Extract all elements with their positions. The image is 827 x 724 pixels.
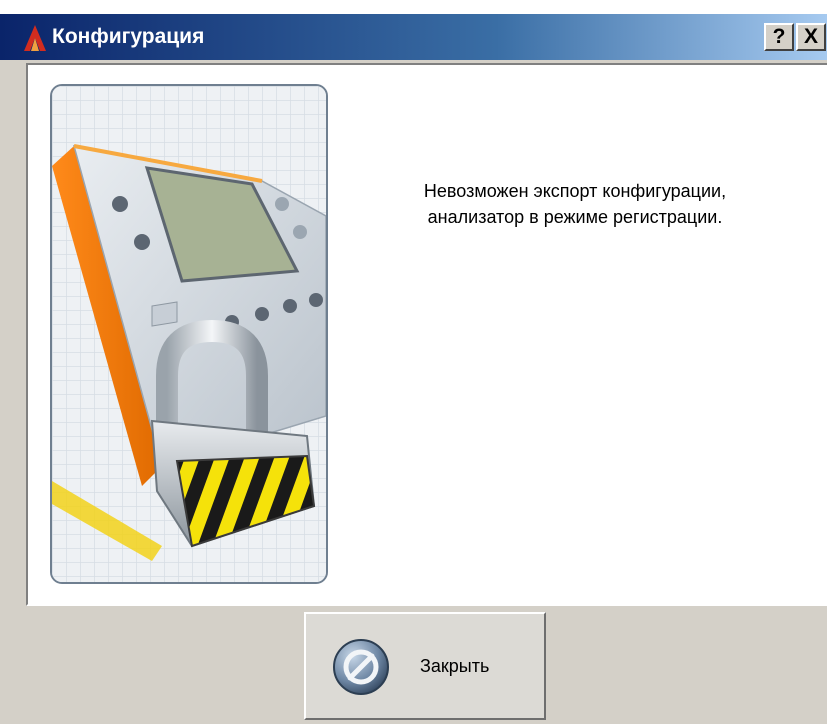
window-title: Конфигурация [52, 25, 205, 48]
message-line-1: Невозможен экспорт конфигурации, [423, 181, 727, 201]
message-line-2: анализатор в режиме регистрации. [427, 207, 723, 227]
top-strip [0, 0, 827, 14]
error-message: Невозможен экспорт конфигурации, анализа… [360, 178, 790, 230]
help-button[interactable]: ? [764, 23, 794, 51]
title-bar[interactable]: Конфигурация ? X [0, 14, 827, 60]
close-button[interactable]: Закрыть [304, 612, 546, 720]
dialog-window: Конфигурация ? X Невозможен экспорт конф… [0, 0, 827, 724]
close-button-label: Закрыть [420, 656, 490, 676]
close-window-button[interactable]: X [796, 23, 826, 51]
illustration-graphic [52, 86, 326, 582]
app-logo-icon [24, 25, 46, 51]
locked-analyzer-illustration [50, 84, 328, 584]
cancel-icon [333, 639, 389, 695]
